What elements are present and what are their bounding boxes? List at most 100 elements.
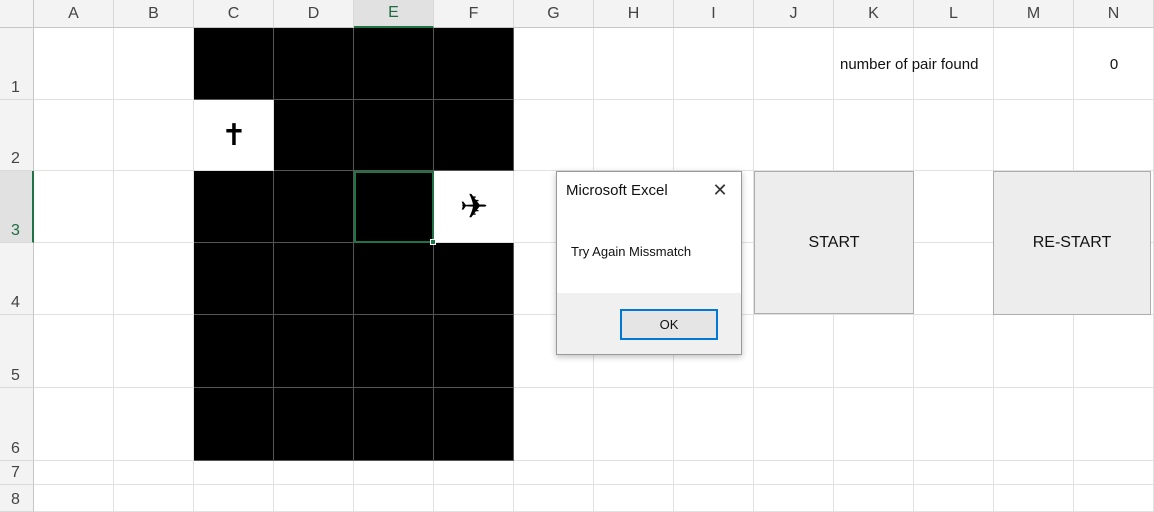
card-cross-symbol[interactable]: ✝ <box>194 100 274 171</box>
column-header-j[interactable]: J <box>754 0 834 28</box>
restart-button[interactable]: RE-START <box>993 171 1151 315</box>
card-back-c3[interactable] <box>194 171 274 243</box>
cell-h8[interactable] <box>594 485 674 512</box>
cell-n2[interactable] <box>1074 100 1154 171</box>
cell-m5[interactable] <box>994 315 1074 388</box>
cell-a6[interactable] <box>34 388 114 461</box>
card-back-f4[interactable] <box>434 243 514 315</box>
cell-b3[interactable] <box>114 171 194 243</box>
column-header-g[interactable]: G <box>514 0 594 28</box>
cell-j2[interactable] <box>754 100 834 171</box>
cell-n5[interactable] <box>1074 315 1154 388</box>
card-airplane-symbol[interactable]: ✈ <box>434 171 514 243</box>
cell-b8[interactable] <box>114 485 194 512</box>
cell-d7[interactable] <box>274 461 354 485</box>
column-header-h[interactable]: H <box>594 0 674 28</box>
cell-a4[interactable] <box>34 243 114 315</box>
cell-h2[interactable] <box>594 100 674 171</box>
column-header-n[interactable]: N <box>1074 0 1154 28</box>
cell-l3[interactable] <box>914 171 994 243</box>
cell-a5[interactable] <box>34 315 114 388</box>
cell-b7[interactable] <box>114 461 194 485</box>
cell-k7[interactable] <box>834 461 914 485</box>
card-back-c6[interactable] <box>194 388 274 461</box>
cell-m8[interactable] <box>994 485 1074 512</box>
cell-l5[interactable] <box>914 315 994 388</box>
close-icon[interactable]: ✕ <box>707 177 733 203</box>
cell-h1[interactable] <box>594 28 674 100</box>
cell-f7[interactable] <box>434 461 514 485</box>
cell-g7[interactable] <box>514 461 594 485</box>
card-back-d5[interactable] <box>274 315 354 388</box>
card-back-d2[interactable] <box>274 100 354 171</box>
card-back-c5[interactable] <box>194 315 274 388</box>
card-back-c1[interactable] <box>194 28 274 100</box>
ok-button[interactable]: OK <box>620 309 718 340</box>
card-back-e5[interactable] <box>354 315 434 388</box>
cell-b2[interactable] <box>114 100 194 171</box>
cell-i6[interactable] <box>674 388 754 461</box>
cell-f8[interactable] <box>434 485 514 512</box>
column-header-b[interactable]: B <box>114 0 194 28</box>
column-header-i[interactable]: I <box>674 0 754 28</box>
cell-j1[interactable] <box>754 28 834 100</box>
cell-j5[interactable] <box>754 315 834 388</box>
row-header-6[interactable]: 6 <box>0 388 34 461</box>
card-back-f1[interactable] <box>434 28 514 100</box>
cell-m2[interactable] <box>994 100 1074 171</box>
column-header-l[interactable]: L <box>914 0 994 28</box>
cell-a2[interactable] <box>34 100 114 171</box>
row-header-8[interactable]: 8 <box>0 485 34 512</box>
card-back-d3[interactable] <box>274 171 354 243</box>
cell-c7[interactable] <box>194 461 274 485</box>
cell-h7[interactable] <box>594 461 674 485</box>
cell-k6[interactable] <box>834 388 914 461</box>
cell-l6[interactable] <box>914 388 994 461</box>
card-back-d1[interactable] <box>274 28 354 100</box>
cell-a7[interactable] <box>34 461 114 485</box>
column-header-e[interactable]: E <box>354 0 434 28</box>
cell-l2[interactable] <box>914 100 994 171</box>
cell-i8[interactable] <box>674 485 754 512</box>
cell-i2[interactable] <box>674 100 754 171</box>
cell-b5[interactable] <box>114 315 194 388</box>
cell-e7[interactable] <box>354 461 434 485</box>
cell-b6[interactable] <box>114 388 194 461</box>
card-back-f6[interactable] <box>434 388 514 461</box>
cell-e8[interactable] <box>354 485 434 512</box>
column-header-m[interactable]: M <box>994 0 1074 28</box>
column-header-d[interactable]: D <box>274 0 354 28</box>
cell-a8[interactable] <box>34 485 114 512</box>
cell-i7[interactable] <box>674 461 754 485</box>
cell-j6[interactable] <box>754 388 834 461</box>
row-header-4[interactable]: 4 <box>0 243 34 315</box>
card-back-f2[interactable] <box>434 100 514 171</box>
cell-d8[interactable] <box>274 485 354 512</box>
row-header-7[interactable]: 7 <box>0 461 34 485</box>
row-header-3[interactable]: 3 <box>0 171 34 243</box>
select-all-corner[interactable] <box>0 0 34 28</box>
cell-a3[interactable] <box>34 171 114 243</box>
cell-k8[interactable] <box>834 485 914 512</box>
row-header-1[interactable]: 1 <box>0 28 34 100</box>
card-back-f5[interactable] <box>434 315 514 388</box>
cell-n8[interactable] <box>1074 485 1154 512</box>
cell-g2[interactable] <box>514 100 594 171</box>
cell-b4[interactable] <box>114 243 194 315</box>
cell-l4[interactable] <box>914 243 994 315</box>
column-header-a[interactable]: A <box>34 0 114 28</box>
cell-i1[interactable] <box>674 28 754 100</box>
cell-a1[interactable] <box>34 28 114 100</box>
card-back-e4[interactable] <box>354 243 434 315</box>
card-back-d6[interactable] <box>274 388 354 461</box>
card-back-e3[interactable] <box>354 171 434 243</box>
cell-h6[interactable] <box>594 388 674 461</box>
card-back-e1[interactable] <box>354 28 434 100</box>
start-button[interactable]: START <box>754 171 914 314</box>
cell-m6[interactable] <box>994 388 1074 461</box>
cell-n6[interactable] <box>1074 388 1154 461</box>
cell-m7[interactable] <box>994 461 1074 485</box>
card-back-e6[interactable] <box>354 388 434 461</box>
cell-k2[interactable] <box>834 100 914 171</box>
cell-l7[interactable] <box>914 461 994 485</box>
